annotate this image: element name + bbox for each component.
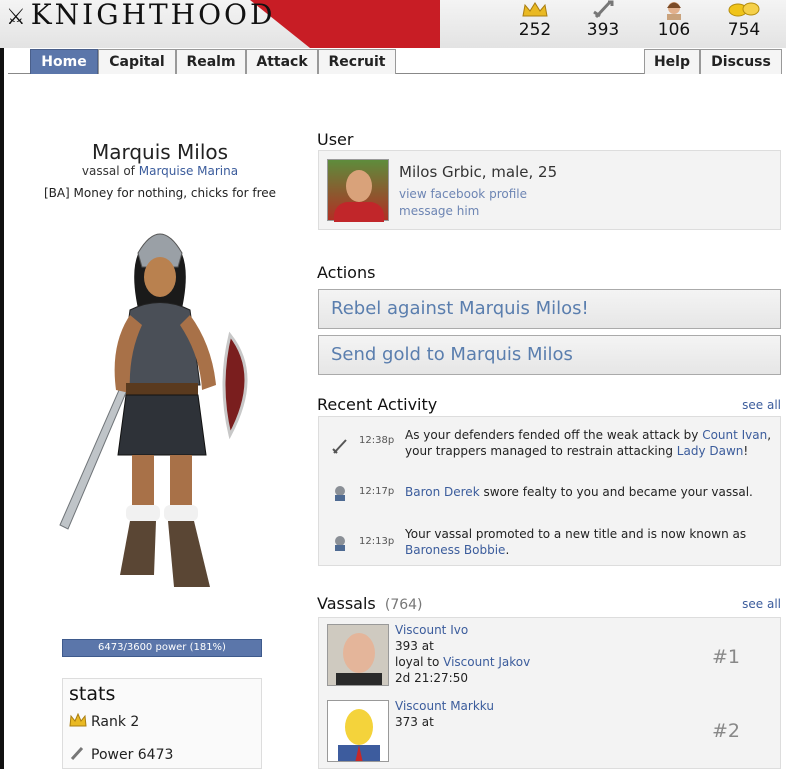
stat-value: 252 xyxy=(518,20,552,40)
player-link[interactable]: Baron Derek xyxy=(405,485,480,499)
stats-title: stats xyxy=(69,683,116,705)
stat-gold[interactable]: 754 xyxy=(714,0,774,40)
sword-logo-icon: ⚔ xyxy=(6,5,29,30)
sword-icon xyxy=(69,745,91,765)
activity-panel: 12:38p As your defenders fended off the … xyxy=(318,416,781,566)
activity-text: Baron Derek swore fealty to you and beca… xyxy=(405,485,753,499)
vassal-loyalty: loyal to Viscount Jakov xyxy=(395,655,531,669)
profile-liege-line: vassal of Marquise Marina xyxy=(0,164,320,178)
stat-value: 754 xyxy=(727,20,761,40)
send-gold-button[interactable]: Send gold to Marquis Milos xyxy=(318,335,781,375)
stat-value: 393 xyxy=(586,20,620,40)
player-link[interactable]: Baroness Bobbie xyxy=(405,543,505,557)
liege-link[interactable]: Viscount Jakov xyxy=(443,655,530,669)
user-info: Milos Grbic, male, 25 xyxy=(399,163,558,181)
tab-help[interactable]: Help xyxy=(644,49,700,74)
main-nav: Home Capital Realm Attack Recruit Help D… xyxy=(8,46,782,74)
rank-value: Rank 2 xyxy=(91,714,140,730)
activity-text: Your vassal promoted to a new title and … xyxy=(405,527,747,557)
vassal-name-link[interactable]: Viscount Markku xyxy=(395,698,494,714)
profile-name: Marquis Milos xyxy=(91,140,229,164)
vassal-timer: 2d 21:27:50 xyxy=(395,671,468,685)
activity-text: As your defenders fended off the weak at… xyxy=(405,428,772,458)
facebook-profile-link[interactable]: view facebook profile xyxy=(399,187,527,201)
activity-section-title: Recent Activity xyxy=(317,395,438,414)
user-photo[interactable] xyxy=(327,159,389,222)
knight-helmet-icon xyxy=(331,484,349,506)
activity-time: 12:38p xyxy=(359,435,395,446)
vassal-photo[interactable] xyxy=(327,700,389,762)
tab-home[interactable]: Home xyxy=(30,49,98,74)
activity-time: 12:17p xyxy=(359,486,395,497)
tab-recruit[interactable]: Recruit xyxy=(318,49,396,74)
vassal-prefix: vassal of xyxy=(81,164,135,178)
sword-icon xyxy=(573,0,633,20)
window-frame xyxy=(0,0,4,769)
vassals-panel: Viscount Ivo 393 at loyal to Viscount Ja… xyxy=(318,617,781,769)
sword-icon xyxy=(331,437,349,459)
vassal-name-link[interactable]: Viscount Ivo xyxy=(395,622,530,638)
crown-icon xyxy=(69,712,91,731)
player-link[interactable]: Count Ivan xyxy=(702,428,767,442)
stat-rank: Rank 2 xyxy=(69,712,255,731)
logo[interactable]: ⚔KNIGHTHOOD xyxy=(6,0,275,31)
vassals-title: Vassals xyxy=(317,594,376,613)
logo-text: KNIGHTHOOD xyxy=(30,0,276,31)
crown-icon xyxy=(505,0,565,20)
stat-power: Power 6473 xyxy=(69,745,255,765)
knight-avatar xyxy=(50,215,270,615)
vassal-info: Viscount Ivo 393 at loyal to Viscount Ja… xyxy=(395,622,530,686)
activity-time: 12:13p xyxy=(359,536,395,547)
stat-swords[interactable]: 393 xyxy=(573,0,633,40)
power-bar: 6473/3600 power (181%) xyxy=(62,639,262,657)
vassals-count: (764) xyxy=(384,597,423,613)
tab-discuss[interactable]: Discuss xyxy=(700,49,782,74)
portrait-icon xyxy=(644,0,704,20)
vassal-power: 373 at xyxy=(395,715,434,729)
tab-attack[interactable]: Attack xyxy=(246,49,318,74)
vassals-section-title: Vassals (764) xyxy=(317,594,423,613)
liege-link[interactable]: Marquise Marina xyxy=(139,164,238,178)
stat-value: 106 xyxy=(657,20,691,40)
user-panel: Milos Grbic, male, 25 view facebook prof… xyxy=(318,150,781,230)
vassals-see-all-link[interactable]: see all xyxy=(742,597,781,611)
stats-panel: stats Rank 2 Power 6473 xyxy=(62,678,262,769)
header-banner-stripe xyxy=(250,0,440,48)
rebel-button[interactable]: Rebel against Marquis Milos! xyxy=(318,289,781,329)
stat-crowns[interactable]: 252 xyxy=(505,0,565,40)
message-link[interactable]: message him xyxy=(399,204,479,218)
vassal-rank: #2 xyxy=(711,720,740,742)
actions-section-title: Actions xyxy=(317,263,376,282)
power-value: Power 6473 xyxy=(91,747,174,763)
stat-people[interactable]: 106 xyxy=(644,0,704,40)
tab-realm[interactable]: Realm xyxy=(176,49,246,74)
tab-capital[interactable]: Capital xyxy=(98,49,176,74)
knight-helmet-icon xyxy=(331,534,349,556)
vassal-power: 393 at xyxy=(395,639,434,653)
vassal-info: Viscount Markku 373 at xyxy=(395,698,494,730)
player-link[interactable]: Lady Dawn xyxy=(677,444,744,458)
vassal-photo[interactable] xyxy=(327,624,389,686)
gold-coins-icon xyxy=(714,0,774,20)
user-section-title: User xyxy=(317,130,354,149)
header: ⚔KNIGHTHOOD 252 393 106 754 xyxy=(0,0,786,48)
activity-see-all-link[interactable]: see all xyxy=(742,398,781,412)
profile-motto: [BA] Money for nothing, chicks for free xyxy=(43,186,277,200)
vassal-rank: #1 xyxy=(711,646,740,668)
